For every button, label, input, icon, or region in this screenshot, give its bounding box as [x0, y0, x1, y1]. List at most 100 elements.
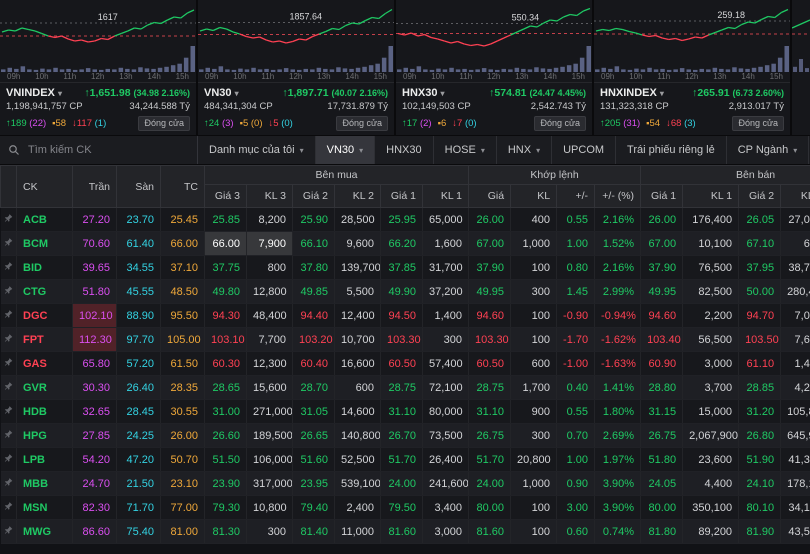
sell-kl1-cell[interactable]: 2,200 — [683, 304, 739, 328]
buy-gia1-cell[interactable]: 60.50 — [381, 352, 423, 376]
buy-kl3-cell[interactable]: 189,500 — [247, 424, 293, 448]
san-cell[interactable]: 34.55 — [117, 256, 161, 280]
buy-gia1-cell[interactable]: 24.00 — [381, 472, 423, 496]
buy-gia3-cell[interactable]: 81.30 — [205, 520, 247, 544]
buy-gia3-cell[interactable]: 60.30 — [205, 352, 247, 376]
san-cell[interactable]: 75.40 — [117, 520, 161, 544]
sell-kl1-cell[interactable]: 56,500 — [683, 328, 739, 352]
tran-cell[interactable]: 70.60 — [73, 232, 117, 256]
match-gia-cell[interactable]: 26.00 — [469, 208, 511, 232]
buy-kl3-cell[interactable]: 12,300 — [247, 352, 293, 376]
tran-cell[interactable]: 32.65 — [73, 400, 117, 424]
sell-gia2-cell[interactable]: 67.10 — [739, 232, 781, 256]
buy-gia3-cell[interactable]: 51.50 — [205, 448, 247, 472]
buy-gia3-cell[interactable]: 94.30 — [205, 304, 247, 328]
sell-gia1-cell[interactable]: 51.80 — [641, 448, 683, 472]
match-change-cell[interactable]: -0.90 — [557, 304, 595, 328]
tran-cell[interactable]: 51.80 — [73, 280, 117, 304]
ticker-cell[interactable]: FPT — [17, 328, 73, 352]
match-pct-cell[interactable]: -0.94% — [595, 304, 641, 328]
match-change-cell[interactable]: 0.60 — [557, 520, 595, 544]
tc-cell[interactable]: 105.00 — [161, 328, 205, 352]
buy-kl2-cell[interactable]: 2,400 — [335, 496, 381, 520]
buy-gia2-cell[interactable]: 26.65 — [293, 424, 335, 448]
ticker-cell[interactable]: GAS — [17, 352, 73, 376]
sub-col-header[interactable]: KL 3 — [247, 185, 293, 208]
buy-kl3-cell[interactable]: 317,000 — [247, 472, 293, 496]
buy-gia1-cell[interactable]: 79.50 — [381, 496, 423, 520]
match-change-cell[interactable]: 1.00 — [557, 448, 595, 472]
san-cell[interactable]: 23.70 — [117, 208, 161, 232]
match-pct-cell[interactable]: 2.16% — [595, 208, 641, 232]
match-change-cell[interactable]: 0.80 — [557, 256, 595, 280]
tran-cell[interactable]: 112.30 — [73, 328, 117, 352]
sell-gia2-cell[interactable]: 80.10 — [739, 496, 781, 520]
buy-gia1-cell[interactable]: 103.30 — [381, 328, 423, 352]
buy-kl2-cell[interactable]: 539,100 — [335, 472, 381, 496]
sell-gia1-cell[interactable]: 49.95 — [641, 280, 683, 304]
sell-gia1-cell[interactable]: 24.05 — [641, 472, 683, 496]
match-change-cell[interactable]: 0.90 — [557, 472, 595, 496]
index-name[interactable]: HNX30 ▾ — [402, 87, 445, 99]
sub-col-header[interactable]: KL 2 — [781, 185, 810, 208]
table-row[interactable]: HPG27.8524.2526.0026.60189,50026.65140,8… — [1, 424, 810, 448]
tc-cell[interactable]: 25.45 — [161, 208, 205, 232]
buy-kl1-cell[interactable]: 3,400 — [423, 496, 469, 520]
sell-gia1-cell[interactable]: 37.90 — [641, 256, 683, 280]
ticker-cell[interactable]: HPG — [17, 424, 73, 448]
sell-kl1-cell[interactable]: 176,400 — [683, 208, 739, 232]
san-cell[interactable]: 21.50 — [117, 472, 161, 496]
match-kl-cell[interactable]: 600 — [511, 352, 557, 376]
match-kl-cell[interactable]: 1,000 — [511, 232, 557, 256]
tc-cell[interactable]: 26.00 — [161, 424, 205, 448]
sell-kl2-cell[interactable]: 7,000 — [781, 304, 810, 328]
sell-gia1-cell[interactable]: 28.80 — [641, 376, 683, 400]
buy-gia2-cell[interactable]: 60.40 — [293, 352, 335, 376]
buy-kl1-cell[interactable]: 26,400 — [423, 448, 469, 472]
buy-gia3-cell[interactable]: 23.90 — [205, 472, 247, 496]
match-change-cell[interactable]: 0.40 — [557, 376, 595, 400]
col-tran[interactable]: Trần — [73, 166, 117, 208]
san-cell[interactable]: 45.55 — [117, 280, 161, 304]
pin-button[interactable] — [1, 232, 17, 256]
sell-gia2-cell[interactable]: 51.90 — [739, 448, 781, 472]
buy-kl1-cell[interactable]: 57,400 — [423, 352, 469, 376]
table-row[interactable]: LPB54.2047.2050.7051.50106,00051.6052,50… — [1, 448, 810, 472]
match-gia-cell[interactable]: 37.90 — [469, 256, 511, 280]
san-cell[interactable]: 61.40 — [117, 232, 161, 256]
match-pct-cell[interactable]: -1.63% — [595, 352, 641, 376]
tc-cell[interactable]: 77.00 — [161, 496, 205, 520]
buy-kl1-cell[interactable]: 1,600 — [423, 232, 469, 256]
match-gia-cell[interactable]: 24.00 — [469, 472, 511, 496]
sell-kl1-cell[interactable]: 350,100 — [683, 496, 739, 520]
sell-kl1-cell[interactable]: 15,000 — [683, 400, 739, 424]
index-panel-vn30[interactable]: 1857.6409h10h11h12h13h14h15hVN30 ▾↑1,897… — [198, 0, 396, 135]
ticker-cell[interactable]: MSN — [17, 496, 73, 520]
match-kl-cell[interactable]: 100 — [511, 328, 557, 352]
san-cell[interactable]: 71.70 — [117, 496, 161, 520]
san-cell[interactable]: 47.20 — [117, 448, 161, 472]
match-change-cell[interactable]: 0.55 — [557, 208, 595, 232]
buy-gia2-cell[interactable]: 37.80 — [293, 256, 335, 280]
match-change-cell[interactable]: 3.00 — [557, 496, 595, 520]
pin-button[interactable] — [1, 520, 17, 544]
buy-kl3-cell[interactable]: 10,800 — [247, 496, 293, 520]
buy-gia2-cell[interactable]: 49.85 — [293, 280, 335, 304]
pin-button[interactable] — [1, 448, 17, 472]
index-name[interactable]: VN30 ▾ — [204, 87, 239, 99]
table-row[interactable]: GVR30.3026.4028.3528.6515,60028.7060028.… — [1, 376, 810, 400]
sub-col-header[interactable]: +/- — [557, 185, 595, 208]
index-name[interactable]: VNINDEX ▾ — [6, 87, 62, 99]
san-cell[interactable]: 88.90 — [117, 304, 161, 328]
sell-kl2-cell[interactable]: 34,100 — [781, 496, 810, 520]
buy-gia2-cell[interactable]: 79.40 — [293, 496, 335, 520]
sell-gia2-cell[interactable]: 26.05 — [739, 208, 781, 232]
index-panel-vnindex[interactable]: 161709h10h11h12h13h14h15hVNINDEX ▾↑1,651… — [0, 0, 198, 135]
ticker-cell[interactable]: MBB — [17, 472, 73, 496]
sell-kl2-cell[interactable]: 105,800 — [781, 400, 810, 424]
sell-kl2-cell[interactable]: 27,000 — [781, 208, 810, 232]
pin-button[interactable] — [1, 496, 17, 520]
table-row[interactable]: MBB24.7021.5023.1023.90317,00023.95539,1… — [1, 472, 810, 496]
buy-gia1-cell[interactable]: 49.90 — [381, 280, 423, 304]
ticker-cell[interactable]: LPB — [17, 448, 73, 472]
